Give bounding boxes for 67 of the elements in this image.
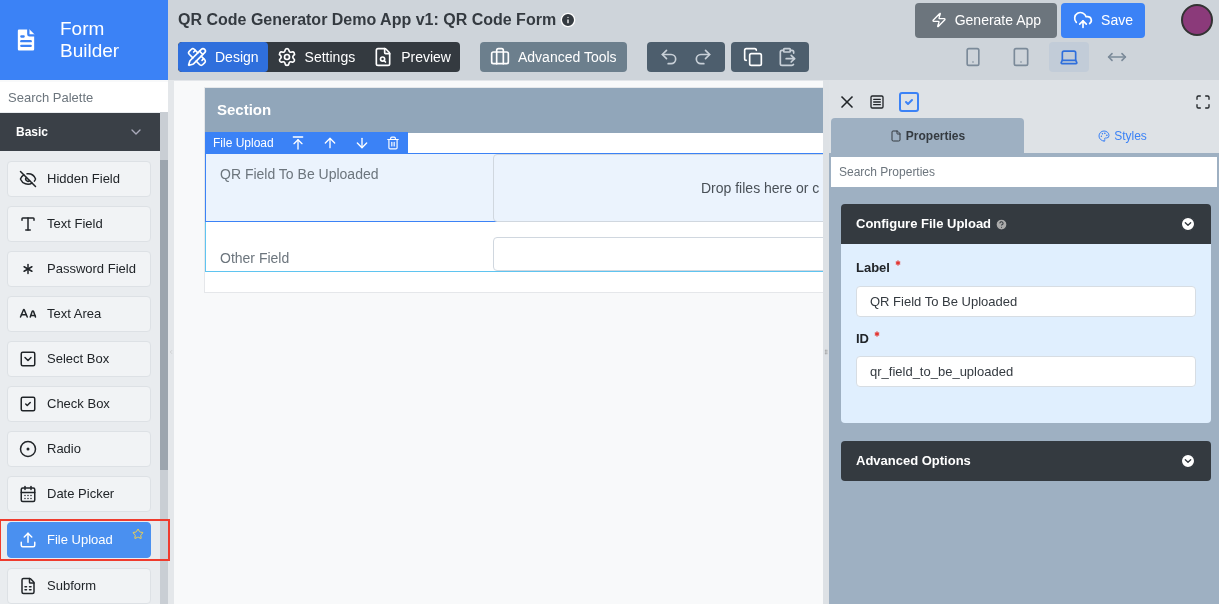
tablet-icon [1011,47,1031,67]
section-header: Section [205,88,823,133]
field-label: Other Field [219,249,291,268]
star-icon[interactable] [132,528,144,540]
help-icon[interactable] [995,217,1009,231]
generate-app-button[interactable]: Generate App [914,2,1058,38]
palette-item[interactable]: Password Field [7,251,151,287]
eye-off-icon [19,170,37,188]
lightning-icon [930,12,947,28]
info-icon[interactable] [560,12,577,28]
chevron-down-icon [1180,216,1196,232]
settings-icon [276,47,297,67]
dropdown-icon [19,350,37,368]
panel-tab[interactable]: Properties [831,118,1024,153]
briefcase-icon [490,47,510,67]
chevron-down-icon [1180,453,1196,469]
field-label: Label [856,259,890,277]
search-palette-field[interactable]: Search Palette [0,82,168,112]
text-input[interactable]: QR Field To Be Uploaded [856,285,1196,317]
upload-icon [19,531,37,549]
palette-item[interactable]: Check Box [7,386,151,422]
mode-tab[interactable]: Settings [267,42,365,72]
trash-icon[interactable] [385,135,400,150]
mode-tab[interactable]: Design [178,42,268,72]
form-title: QR Code Generator Demo App v1: QR Code Form [178,10,557,30]
accordion-header[interactable]: Configure File Upload [841,204,1211,244]
undo-icon[interactable] [658,47,679,67]
palette-icon [1098,129,1111,142]
form-field-row[interactable]: Other Field [205,222,823,272]
accordion-header[interactable]: Advanced Options [841,441,1211,481]
phone-icon [963,47,983,67]
mode-tab[interactable]: Preview [364,42,460,72]
calendar-icon [19,485,37,503]
field-label: ID [856,329,869,348]
device-button[interactable] [1049,42,1089,72]
toolbar-label: File Upload [213,134,274,152]
scrollbar-thumb[interactable] [160,160,168,470]
palette-item[interactable]: Select Box [7,341,151,377]
palette-item[interactable]: Date Picker [7,476,151,512]
fullscreen-icon[interactable] [1195,94,1211,110]
document-search-icon [373,47,394,67]
checkbox-icon [19,395,37,413]
document-icon [889,129,902,142]
radio-icon [19,440,37,458]
palette-item[interactable]: Text Field [7,206,151,242]
palette-item[interactable]: Hidden Field [7,161,151,197]
advanced-tools-button[interactable]: Advanced Tools [480,42,627,72]
palette-item[interactable]: Subform [7,568,151,604]
palette-item[interactable]: Radio [7,431,151,467]
document-icon [19,577,37,595]
text-input[interactable] [493,237,823,271]
search-properties-field[interactable]: Search Properties [831,157,1217,187]
text-icon [19,215,37,233]
checkbox-icon[interactable] [897,90,921,114]
laptop-icon [1059,47,1079,67]
form-field-row[interactable]: QR Field To Be Uploaded Drop files here or c [205,153,823,222]
app-title: Form Builder [60,18,121,62]
palette-item[interactable]: Text Area [7,296,151,332]
save-button[interactable]: Save [1061,2,1145,38]
field-label: QR Field To Be Uploaded [219,165,380,184]
text-input[interactable]: qr_field_to_be_uploaded [856,356,1196,387]
cloud-upload-icon [1073,10,1094,30]
pencil-ruler-icon [187,47,207,67]
copy-icon[interactable] [742,47,763,67]
palette-group-header[interactable]: Basic [0,113,160,151]
panel-icon[interactable] [869,94,885,110]
avatar[interactable] [1181,4,1213,36]
